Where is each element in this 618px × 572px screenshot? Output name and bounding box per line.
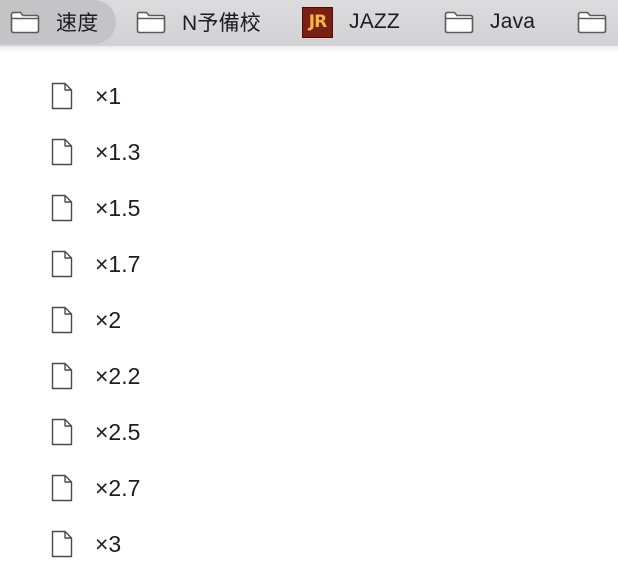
menu-item-label: ×2.5 xyxy=(95,418,141,445)
menu-item-bookmark[interactable]: ×2.7 xyxy=(0,460,618,516)
folder-icon xyxy=(577,11,607,34)
document-icon xyxy=(51,530,73,558)
document-icon xyxy=(51,82,73,110)
bookmark-label: JAZZ xyxy=(349,10,400,33)
folder-icon xyxy=(10,11,40,34)
document-icon xyxy=(51,194,73,222)
document-icon xyxy=(51,418,73,446)
bookmark-folder-truncated[interactable] xyxy=(577,0,607,44)
folder-icon xyxy=(136,11,166,34)
menu-item-bookmark[interactable]: ×1.5 xyxy=(0,180,618,236)
menu-item-label: ×1.7 xyxy=(95,250,141,277)
document-icon xyxy=(51,474,73,502)
folder-icon xyxy=(444,11,474,34)
menu-item-label: ×1.3 xyxy=(95,138,141,165)
menu-item-bookmark[interactable]: ×2 xyxy=(0,292,618,348)
jr-favicon-icon: JR xyxy=(302,6,333,38)
menu-item-label: ×2.2 xyxy=(95,362,141,389)
menu-item-bookmark[interactable]: ×1 xyxy=(0,68,618,124)
menu-item-bookmark[interactable]: ×1.7 xyxy=(0,236,618,292)
menu-item-bookmark[interactable]: ×3 xyxy=(0,516,618,572)
bookmarks-bar: 速度 N予備校 JR JAZZ Java xyxy=(0,0,618,47)
document-icon xyxy=(51,138,73,166)
menu-item-bookmark[interactable]: ×2.2 xyxy=(0,348,618,404)
menu-item-label: ×2 xyxy=(95,306,122,333)
bookmark-folder-java[interactable]: Java xyxy=(444,0,535,44)
bookmark-label: N予備校 xyxy=(182,12,261,35)
menu-item-bookmark[interactable]: ×2.5 xyxy=(0,404,618,460)
menu-item-label: ×3 xyxy=(95,530,122,557)
bookmark-folder-n-yobiko[interactable]: N予備校 xyxy=(136,0,261,44)
bookmark-label: 速度 xyxy=(56,12,99,35)
menu-top-shadow xyxy=(0,46,618,52)
menu-item-label: ×2.7 xyxy=(95,474,141,501)
document-icon xyxy=(51,250,73,278)
bookmark-folder-speed[interactable]: 速度 xyxy=(0,0,116,44)
bookmark-jazz[interactable]: JR JAZZ xyxy=(302,0,400,44)
document-icon xyxy=(51,362,73,390)
menu-item-bookmark[interactable]: ×1.3 xyxy=(0,124,618,180)
document-icon xyxy=(51,306,73,334)
menu-item-label: ×1.5 xyxy=(95,194,141,221)
favicon-text: JR xyxy=(308,12,327,32)
bookmark-label: Java xyxy=(490,10,536,33)
menu-item-label: ×1 xyxy=(95,82,122,109)
